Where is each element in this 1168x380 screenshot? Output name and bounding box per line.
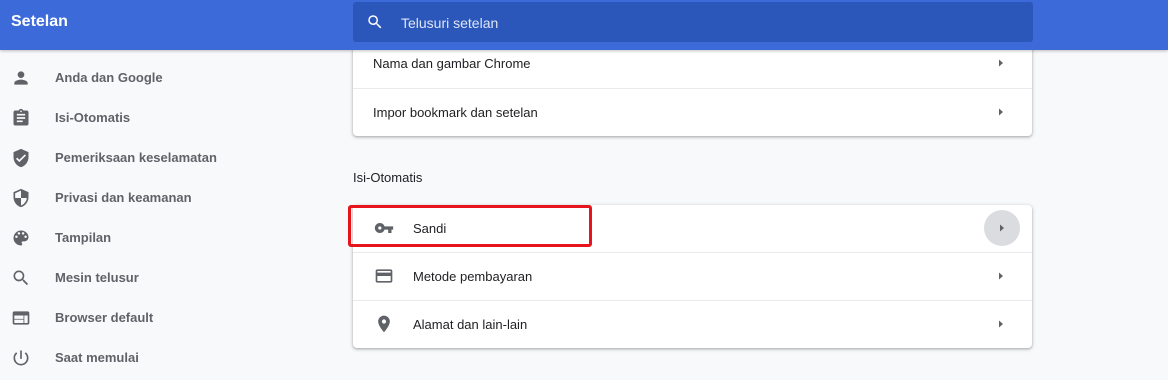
autofill-card: Sandi Metode pembayaran Alamat dan lain-… [353, 205, 1032, 348]
header-bar: Setelan [0, 0, 1168, 50]
search-input[interactable] [399, 2, 1003, 44]
sidebar-item-privasi-dan-keamanan[interactable]: Privasi dan keamanan [0, 178, 300, 218]
sidebar: Anda dan Google Isi-Otomatis Pemeriksaan… [0, 58, 300, 378]
row-label: Sandi [413, 221, 447, 236]
browser-icon [12, 311, 30, 325]
sidebar-item-label: Browser default [55, 310, 154, 325]
sidebar-item-label: Privasi dan keamanan [55, 190, 192, 205]
arrow-right-icon[interactable] [996, 56, 1006, 70]
shield-icon [13, 188, 29, 208]
row-import-bookmarks[interactable]: Impor bookmark dan setelan [353, 88, 1032, 137]
row-label: Alamat dan lain-lain [413, 317, 528, 332]
row-label: Metode pembayaran [413, 269, 533, 284]
sidebar-item-label: Pemeriksaan keselamatan [55, 150, 217, 165]
row-label: Nama dan gambar Chrome [373, 56, 531, 71]
credit-card-icon [375, 269, 393, 283]
sidebar-item-label: Anda dan Google [55, 70, 163, 85]
person-icon [14, 71, 28, 85]
search-box[interactable] [353, 2, 1033, 44]
row-addresses[interactable]: Alamat dan lain-lain [353, 300, 1032, 348]
clipboard-icon [13, 108, 29, 126]
arrow-right-icon[interactable] [996, 105, 1006, 119]
sidebar-item-saat-memulai[interactable]: Saat memulai [0, 338, 300, 378]
row-label: Impor bookmark dan setelan [373, 105, 538, 120]
location-pin-icon [378, 315, 390, 333]
palette-icon [13, 230, 29, 246]
sidebar-item-anda-dan-google[interactable]: Anda dan Google [0, 58, 300, 98]
shield-check-icon [13, 148, 29, 168]
app-title: Setelan [11, 13, 68, 30]
sidebar-item-label: Tampilan [55, 230, 112, 245]
arrow-button-hover[interactable] [984, 210, 1020, 246]
sidebar-item-label: Isi-Otomatis [55, 110, 131, 125]
sidebar-item-isi-otomatis[interactable]: Isi-Otomatis [0, 98, 300, 138]
arrow-right-icon[interactable] [996, 269, 1006, 283]
sidebar-item-mesin-telusur[interactable]: Mesin telusur [0, 258, 300, 298]
people-card: Nama dan gambar Chrome Impor bookmark da… [353, 40, 1032, 136]
sidebar-item-tampilan[interactable]: Tampilan [0, 218, 300, 258]
section-title-autofill: Isi-Otomatis [353, 170, 423, 185]
search-icon[interactable] [366, 13, 384, 31]
sidebar-item-label: Saat memulai [55, 350, 139, 365]
search-icon [13, 270, 29, 286]
row-passwords[interactable]: Sandi [353, 205, 1032, 252]
sidebar-item-pemeriksaan-keselamatan[interactable]: Pemeriksaan keselamatan [0, 138, 300, 178]
row-payment-methods[interactable]: Metode pembayaran [353, 252, 1032, 300]
arrow-right-icon [1000, 224, 1004, 232]
sidebar-item-label: Mesin telusur [55, 270, 139, 285]
power-icon [13, 350, 29, 366]
arrow-right-icon[interactable] [996, 317, 1006, 331]
sidebar-item-browser-default[interactable]: Browser default [0, 298, 300, 338]
key-icon [374, 223, 394, 233]
